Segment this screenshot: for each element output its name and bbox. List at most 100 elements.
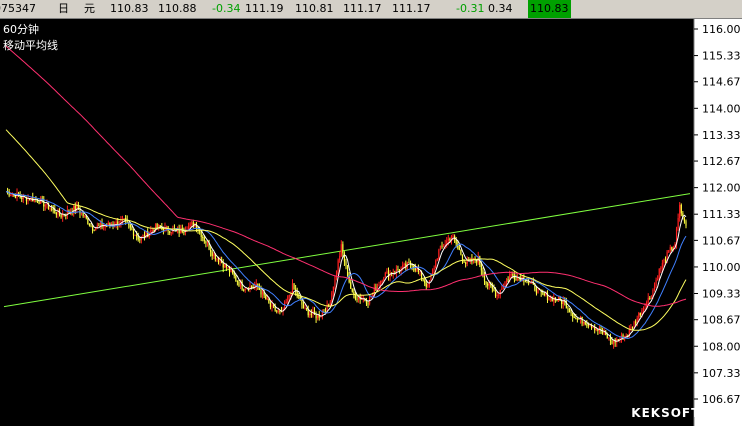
quote-field: -0.34 [212,2,241,15]
candle-body [397,269,399,271]
candle-body [380,280,382,285]
moving-averages-layer [5,45,687,342]
candle-body [244,289,246,291]
candle-body [485,281,487,284]
candle-body [556,300,558,302]
candle-body [80,212,83,214]
y-tick-label: 108.00 [702,340,741,353]
candle-body [348,276,350,283]
candle-body [487,283,489,286]
candle-body [505,279,508,283]
candle-body [384,272,386,278]
candle-body [683,218,686,222]
candle-body [465,262,467,264]
candle-body [427,283,429,287]
candle-body [206,242,209,244]
candle-body [139,239,141,241]
candle-body [575,317,577,319]
candle-body [638,313,640,319]
quote-field: 110.83 [528,0,571,18]
candle-body [460,249,462,255]
candle-body [494,291,497,297]
candle-body [298,296,300,298]
candle-body [649,297,651,299]
candle-body [498,294,500,296]
candle-body [631,327,634,329]
candle-body [91,225,94,231]
candle-body [276,310,278,312]
quote-field: 110.81 [295,2,334,15]
quote-field: 111.17 [392,2,431,15]
candle-body [235,275,237,281]
candle-body [342,244,344,254]
candle-body [216,258,218,260]
candle-body [202,237,204,239]
quote-unit: 元 [84,2,95,15]
candle-body [669,247,671,251]
candle-body [233,273,235,276]
candle-body [357,297,360,299]
candle-body [664,259,667,262]
candle-body [635,321,637,324]
candle-body [677,217,679,229]
y-tick-label: 111.33 [702,208,741,221]
candle-body [501,288,503,290]
candle-body [680,204,682,214]
candle-body [568,308,571,313]
candle-body [542,292,544,294]
y-tick-label: 109.33 [702,288,741,301]
candle-body [653,285,656,290]
candle-body [222,263,224,268]
y-tick-label: 110.00 [702,261,741,274]
candle-body [131,227,133,230]
quote-field: -0.31 [456,2,485,15]
candle-body [317,315,319,319]
candle-body [74,206,76,211]
candle-body [129,224,131,228]
chart-subtitle: 移动平均线 [3,38,58,52]
candle-body [356,298,358,300]
y-tick-label: 107.33 [702,367,741,380]
candle-body [269,302,272,307]
candle-body [608,337,610,339]
candle-body [378,284,380,286]
candle-body [55,212,57,215]
candle-body [458,247,460,250]
candle-body [402,264,404,268]
candle-body [296,291,298,297]
candle-body [441,245,443,247]
candle-body [671,247,673,250]
candle-body [151,230,153,232]
candle-body [657,279,659,281]
candle-body [655,280,657,286]
candle-body [476,260,478,263]
candle-body [21,197,23,200]
quote-field: 111.19 [245,2,284,15]
candle-body [543,293,545,296]
candle-body [617,339,619,341]
candle-body [480,264,482,271]
candle-body [165,226,168,228]
candle-body [606,334,608,339]
candle-body [496,294,498,297]
quote-field: 110.88 [158,2,197,15]
candle-body [191,222,193,224]
price-chart: 116.00 115.33 114.67 114.00 113.33 112.67 112.… [3,19,742,426]
candle-body [658,268,660,280]
candle-body [583,322,585,324]
candle-body [98,225,100,227]
candle-body [150,230,152,234]
candle-body [345,261,347,266]
candle-body [142,235,144,237]
quote-code: 075347 [0,2,36,15]
candle-body [90,225,92,227]
candle-body [455,239,457,245]
candle-body [419,271,421,273]
candle-body [306,307,308,310]
candle-body [265,295,267,300]
candle-body [663,259,665,264]
candle-body [88,223,91,226]
candle-body [189,223,191,227]
candle-body [431,269,434,275]
candle-body [332,286,335,293]
